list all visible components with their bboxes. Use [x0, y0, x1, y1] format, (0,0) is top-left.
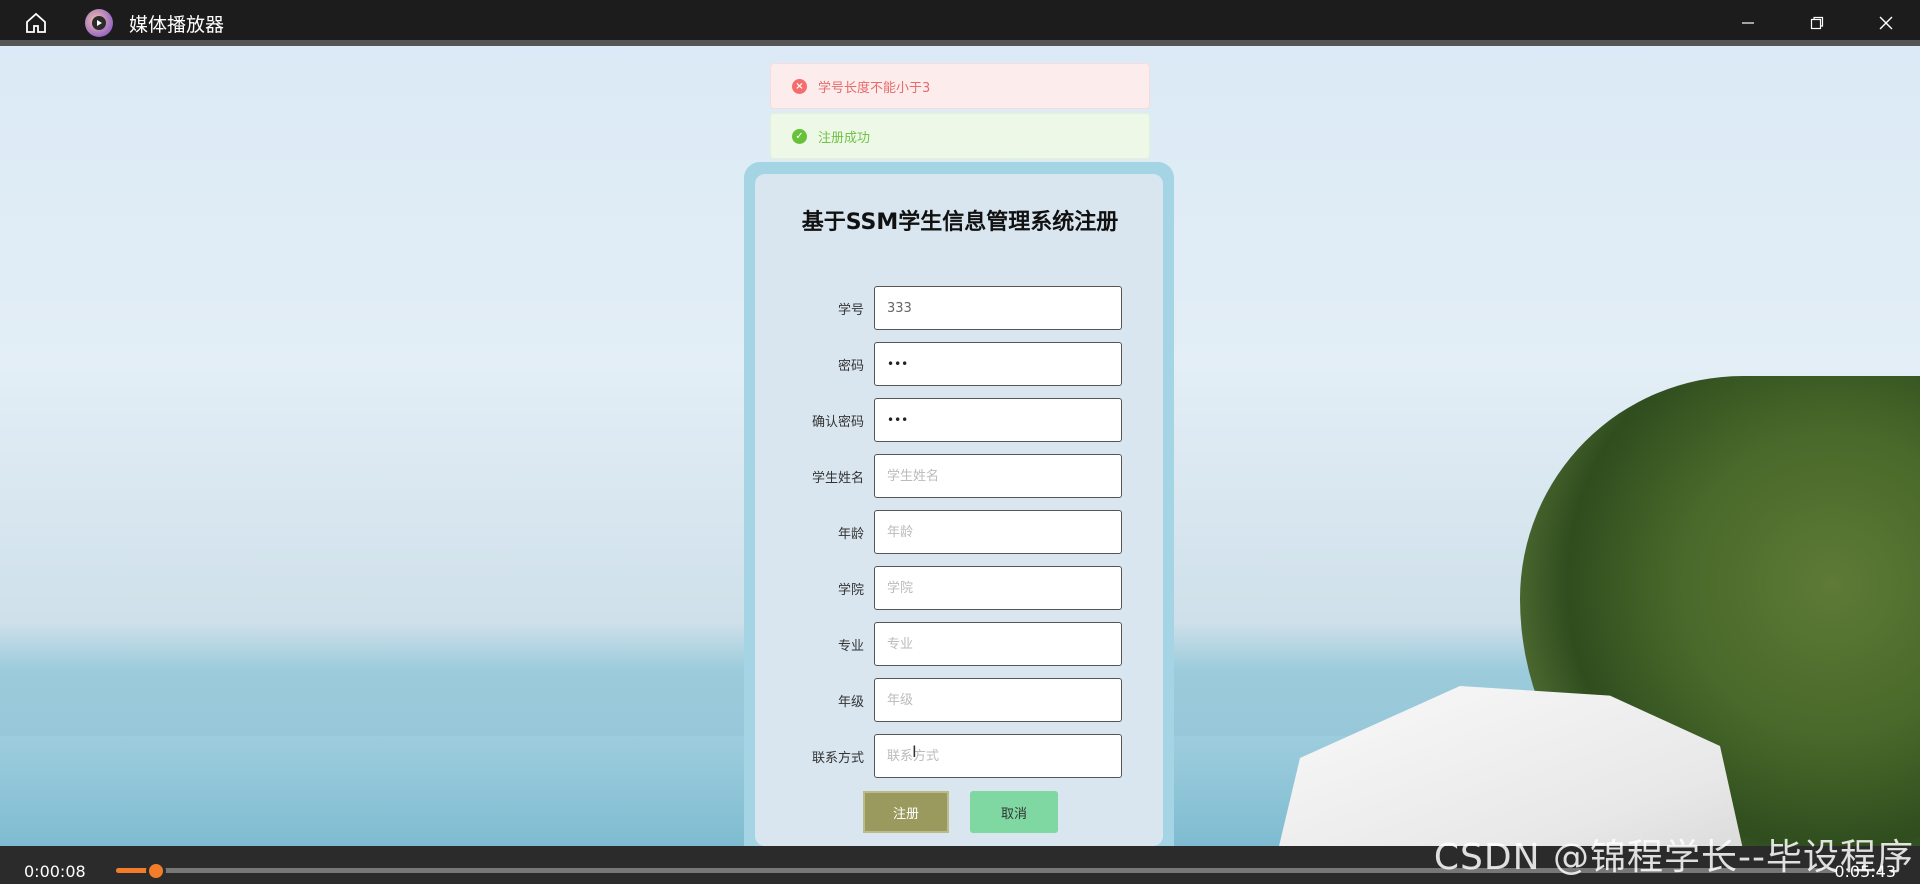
grade-input[interactable] [874, 678, 1122, 722]
confirm-password-input[interactable] [874, 398, 1122, 442]
form-row-student-name: 学生姓名 [790, 454, 1132, 498]
form-row-age: 年龄 [790, 510, 1132, 554]
field-label: 联系方式 [811, 750, 864, 766]
form-row-contact: 联系方式 [790, 734, 1132, 778]
form-row-password: 密码 [790, 342, 1132, 386]
field-label: 年级 [837, 694, 864, 710]
field-label: 专业 [837, 638, 864, 654]
password-input[interactable] [874, 342, 1122, 386]
student-id-input[interactable] [874, 286, 1122, 330]
watermark-text: CSDN @锦程学长--毕设程序 [1433, 837, 1914, 878]
success-check-icon: ✓ [792, 128, 807, 144]
form-row-college: 学院 [790, 566, 1132, 610]
field-label: 学生姓名 [811, 470, 864, 486]
success-message-text: 注册成功 [818, 130, 871, 146]
college-input[interactable] [874, 566, 1122, 610]
media-player-icon [85, 9, 113, 37]
text-cursor-icon: I [912, 742, 917, 761]
field-label: 学号 [837, 302, 864, 318]
form-row-student-id: 学号 [790, 286, 1132, 330]
field-label: 学院 [837, 582, 864, 598]
form-title: 基于SSM学生信息管理系统注册 [801, 210, 1119, 235]
success-message: ✓ 注册成功 [770, 113, 1150, 159]
current-time: 0:00:08 [24, 862, 86, 881]
seek-handle[interactable] [146, 861, 166, 881]
error-message-text: 学号长度不能小于3 [818, 80, 931, 96]
field-label: 密码 [837, 358, 864, 374]
field-label: 年龄 [837, 526, 864, 542]
home-icon[interactable] [19, 6, 53, 40]
field-label: 确认密码 [811, 414, 864, 430]
error-message: × 学号长度不能小于3 [770, 63, 1150, 109]
form-row-grade: 年级 [790, 678, 1132, 722]
register-button[interactable]: 注册 [863, 791, 949, 833]
error-icon: × [792, 78, 807, 94]
cancel-button[interactable]: 取消 [970, 791, 1058, 833]
major-input[interactable] [874, 622, 1122, 666]
form-row-confirm-password: 确认密码 [790, 398, 1132, 442]
form-row-major: 专业 [790, 622, 1132, 666]
age-input[interactable] [874, 510, 1122, 554]
app-title: 媒体播放器 [129, 13, 225, 36]
student-name-input[interactable] [874, 454, 1122, 498]
